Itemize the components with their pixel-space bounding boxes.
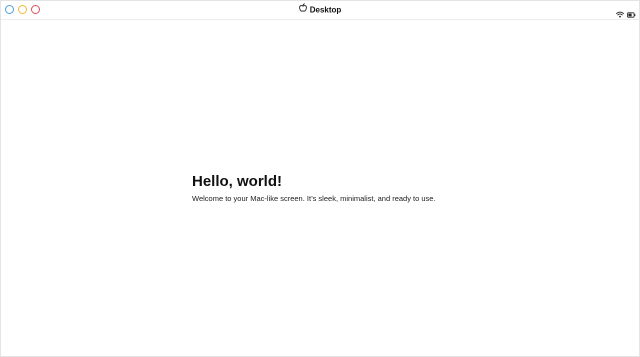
- wifi-icon[interactable]: [616, 5, 624, 23]
- title-bar: Desktop: [1, 1, 639, 20]
- welcome-text: Welcome to your Mac-like screen. It’s sl…: [192, 194, 436, 203]
- battery-icon[interactable]: [627, 5, 636, 23]
- status-area: [616, 5, 636, 23]
- desktop-window: Desktop Hello, world! Welcome to your Ma…: [0, 0, 640, 357]
- page-title: Hello, world!: [192, 173, 282, 190]
- window-title: Desktop: [1, 3, 639, 17]
- apple-icon: [298, 3, 307, 16]
- main-content: Hello, world! Welcome to your Mac-like s…: [192, 173, 436, 204]
- window-title-label: Desktop: [309, 5, 342, 15]
